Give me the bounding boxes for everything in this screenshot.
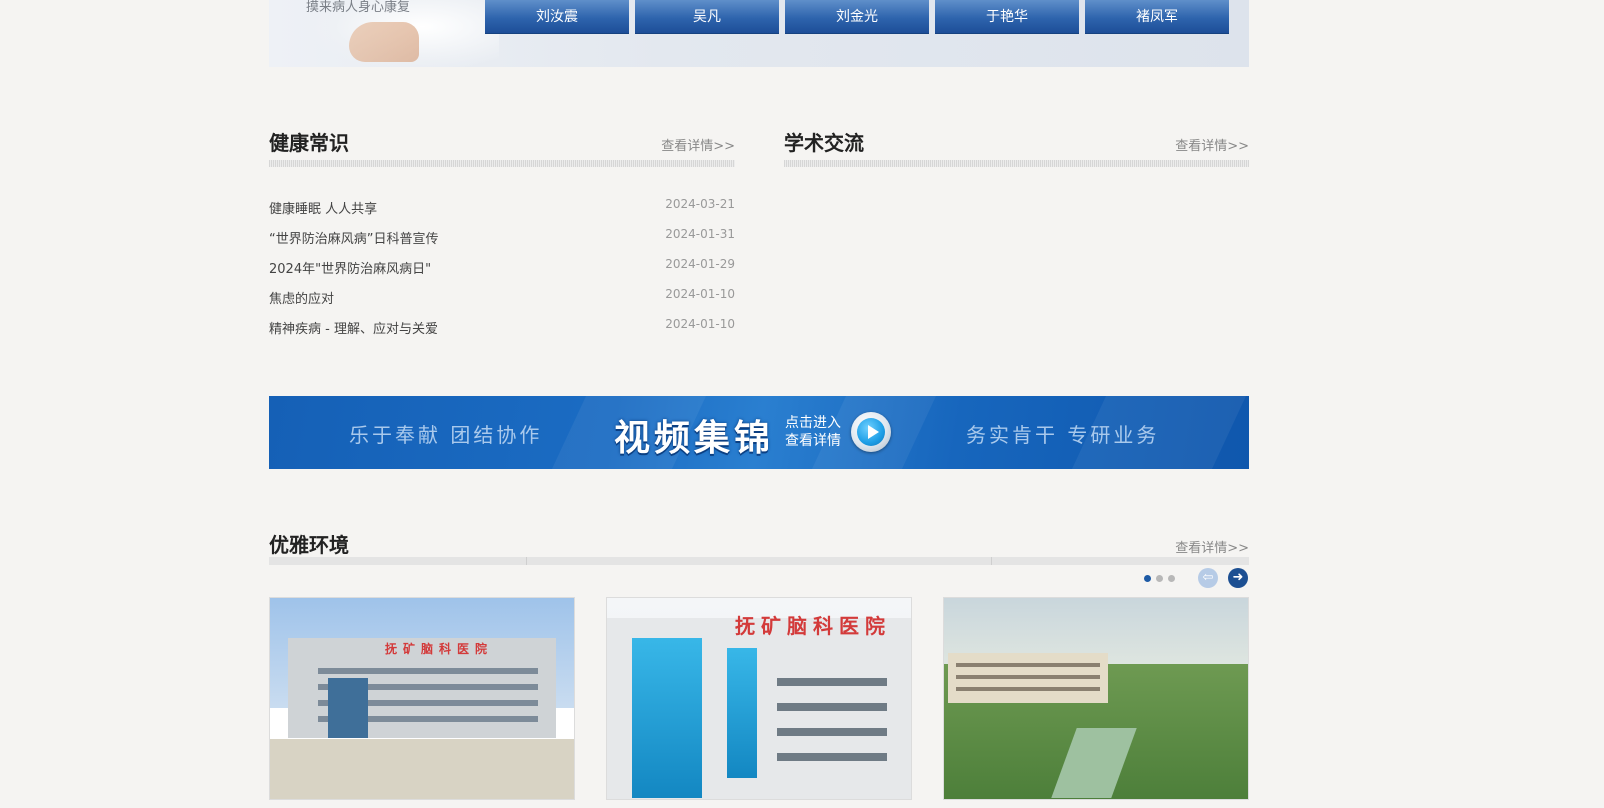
photo-caption-1[interactable] bbox=[269, 802, 575, 808]
photo-sign: 抚矿脑科医院 bbox=[735, 614, 891, 638]
photo-ground bbox=[270, 739, 574, 799]
divider-segment bbox=[991, 557, 992, 565]
photo-building bbox=[607, 618, 911, 799]
video-right-slogan: 务实肯干 专研业务 bbox=[966, 423, 1160, 447]
doctor-button-1[interactable]: 刘汝震 bbox=[485, 0, 629, 34]
video-enter-line1: 点击进入 bbox=[785, 415, 841, 431]
health-more-link[interactable]: 查看详情>> bbox=[661, 135, 735, 154]
list-item[interactable]: “世界防治麻风病”日科普宣传 2024-01-31 bbox=[269, 224, 735, 254]
photo-caption-3[interactable] bbox=[943, 802, 1249, 808]
list-item[interactable]: 健康睡眠 人人共享 2024-03-21 bbox=[269, 194, 735, 224]
doctor-button-3[interactable]: 刘金光 bbox=[785, 0, 929, 34]
academic-section-header: 学术交流 查看详情>> bbox=[784, 127, 1249, 167]
video-collection-banner[interactable]: 乐于奉献 团结协作 视频集锦 点击进入 查看详情 务实肯干 专研业务 bbox=[269, 396, 1249, 469]
arrow-right-icon[interactable]: ➜ bbox=[1228, 568, 1248, 588]
list-item[interactable]: 焦虑的应对 2024-01-10 bbox=[269, 284, 735, 314]
doctor-hand-image bbox=[349, 22, 419, 62]
news-date: 2024-01-29 bbox=[665, 257, 735, 271]
academic-more-link[interactable]: 查看详情>> bbox=[1175, 135, 1249, 154]
carousel-dot[interactable] bbox=[1168, 575, 1175, 582]
video-left-slogan: 乐于奉献 团结协作 bbox=[349, 423, 543, 447]
environment-photo-3[interactable] bbox=[943, 597, 1249, 800]
health-section-title: 健康常识 bbox=[269, 131, 349, 155]
doctor-button-4[interactable]: 于艳华 bbox=[935, 0, 1079, 34]
photo-building bbox=[948, 653, 1108, 703]
academic-section-divider bbox=[784, 160, 1249, 167]
photo-caption-2[interactable] bbox=[606, 802, 912, 808]
environment-photo-2[interactable]: 抚矿脑科医院 bbox=[606, 597, 912, 800]
doctor-button-2[interactable]: 吴凡 bbox=[635, 0, 779, 34]
health-section-divider bbox=[269, 160, 735, 167]
news-date: 2024-01-10 bbox=[665, 287, 735, 301]
divider-segment bbox=[526, 557, 527, 565]
carousel-dot[interactable] bbox=[1156, 575, 1163, 582]
photo-sign: 抚矿脑科医院 bbox=[385, 642, 494, 656]
list-item[interactable]: 精神疾病 - 理解、应对与关爱 2024-01-10 bbox=[269, 314, 735, 344]
environment-more-link[interactable]: 查看详情>> bbox=[1175, 537, 1249, 556]
play-triangle-icon bbox=[868, 425, 879, 439]
carousel-dot[interactable] bbox=[1144, 575, 1151, 582]
environment-section-header: 优雅环境 查看详情>> bbox=[269, 529, 1249, 569]
news-title[interactable]: 2024年"世界防治麻风病日" bbox=[269, 258, 431, 277]
health-section-header: 健康常识 查看详情>> bbox=[269, 127, 735, 167]
video-enter-text: 点击进入 查看详情 bbox=[785, 414, 841, 450]
play-circle-icon[interactable] bbox=[851, 412, 891, 452]
video-enter-line2: 查看详情 bbox=[785, 433, 841, 449]
environment-section-title: 优雅环境 bbox=[269, 533, 349, 557]
environment-section-divider bbox=[269, 557, 1249, 565]
arrow-left-icon[interactable]: ⇦ bbox=[1198, 568, 1218, 588]
news-title[interactable]: 精神疾病 - 理解、应对与关爱 bbox=[269, 318, 438, 337]
health-news-list: 健康睡眠 人人共享 2024-03-21 “世界防治麻风病”日科普宣传 2024… bbox=[269, 194, 735, 344]
play-icon-inner bbox=[857, 418, 885, 446]
video-title: 视频集锦 bbox=[614, 418, 775, 459]
news-title[interactable]: 焦虑的应对 bbox=[269, 288, 334, 307]
list-item[interactable]: 2024年"世界防治麻风病日" 2024-01-29 bbox=[269, 254, 735, 284]
news-title[interactable]: “世界防治麻风病”日科普宣传 bbox=[269, 228, 438, 247]
news-title[interactable]: 健康睡眠 人人共享 bbox=[269, 198, 377, 217]
carousel-controls: ⇦ ➜ bbox=[1144, 568, 1250, 590]
doctor-button-5[interactable]: 褚凤军 bbox=[1085, 0, 1229, 34]
academic-section-title: 学术交流 bbox=[784, 131, 864, 155]
news-date: 2024-01-10 bbox=[665, 317, 735, 331]
environment-photo-1[interactable]: 抚矿脑科医院 bbox=[269, 597, 575, 800]
experts-slogan: 摸来病人身心康复 bbox=[306, 0, 411, 15]
news-date: 2024-03-21 bbox=[665, 197, 735, 211]
news-date: 2024-01-31 bbox=[665, 227, 735, 241]
